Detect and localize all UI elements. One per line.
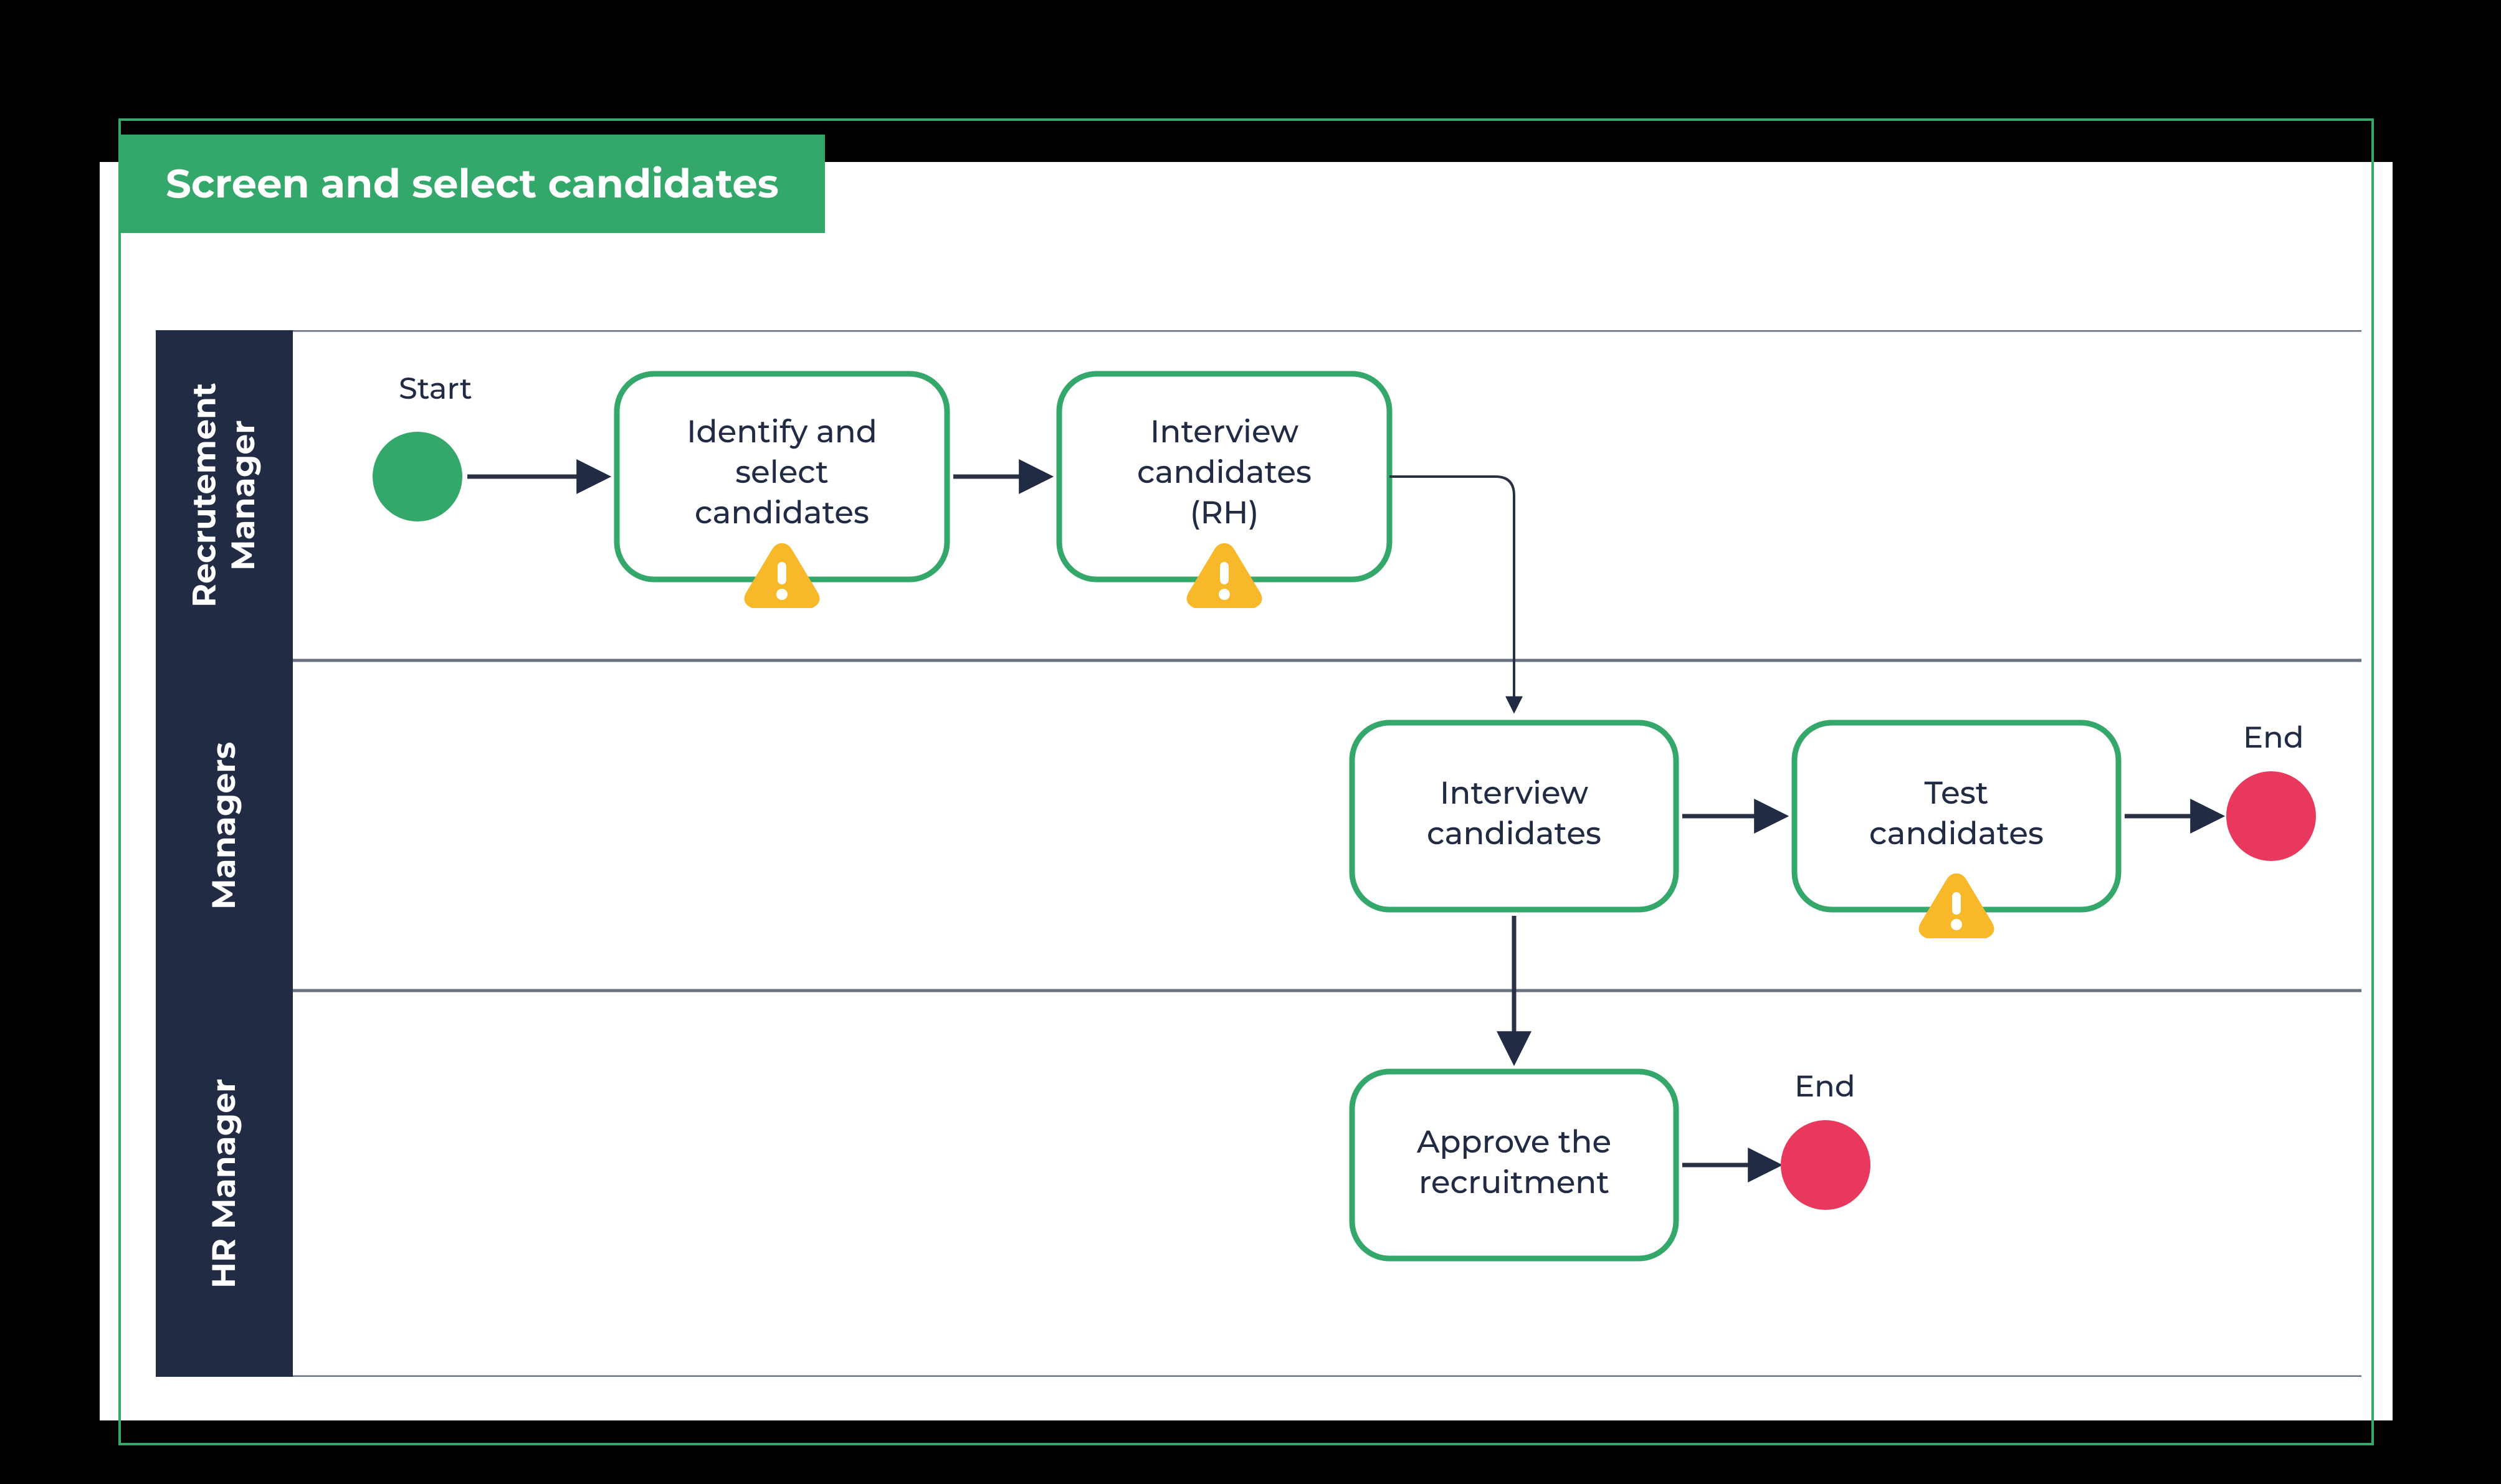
task-interview-rh-l2: candidates xyxy=(1137,453,1312,491)
task-interview2-l1: Interview xyxy=(1440,774,1588,812)
lane-managers: Managers xyxy=(156,660,293,991)
edge-interviewrh-interview2 xyxy=(1389,477,1514,710)
lane-hr-manager: HR Manager xyxy=(156,991,293,1377)
task-interview-rh-l3: (RH) xyxy=(1190,493,1259,531)
task-interview-rh-l1: Interview xyxy=(1150,412,1298,450)
end1-label: End xyxy=(2243,720,2304,756)
task-identify-line1: Identify and xyxy=(687,412,877,450)
end-event-1 xyxy=(2226,771,2316,861)
task-identify-line3: candidates xyxy=(695,493,869,531)
task-identify-line2: select xyxy=(735,453,829,491)
task-approve-l1: Approve the xyxy=(1416,1123,1611,1161)
start-label: Start xyxy=(399,371,472,407)
start-event xyxy=(373,432,462,521)
lane3-text: HR Manager xyxy=(205,1079,244,1289)
task-interview2-l2: candidates xyxy=(1427,814,1601,852)
task-test-l1: Test xyxy=(1925,774,1989,812)
lane-recruitment-manager: Recrutement Manager xyxy=(156,330,293,660)
diagram-viewport: Screen and select candidates Recrutement… xyxy=(0,0,2501,1484)
task-test-l2: candidates xyxy=(1869,814,2044,852)
lane2-text: Managers xyxy=(205,741,244,909)
diagram-svg: Start Identify and select candidates Int… xyxy=(293,330,2361,1377)
end-event-2 xyxy=(1781,1120,1870,1210)
task-approve-l2: recruitment xyxy=(1419,1163,1609,1201)
lane1-text: Recrutement Manager xyxy=(186,330,264,660)
end2-label: End xyxy=(1794,1068,1856,1105)
